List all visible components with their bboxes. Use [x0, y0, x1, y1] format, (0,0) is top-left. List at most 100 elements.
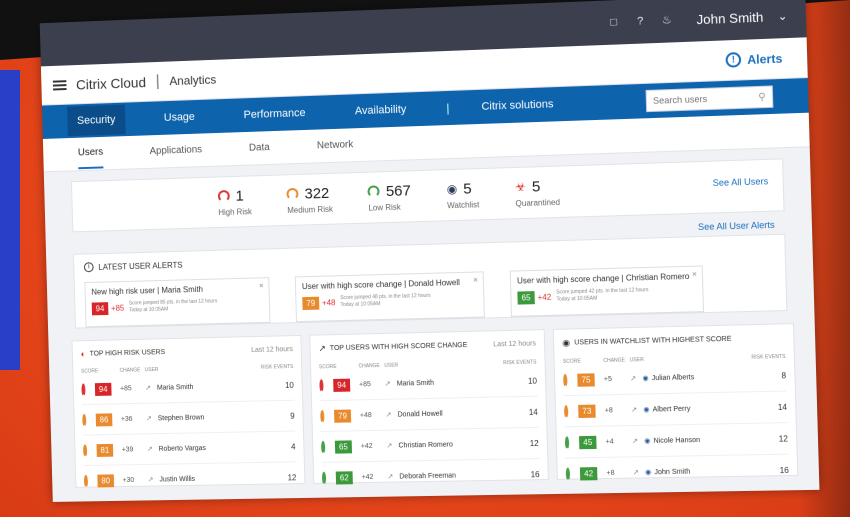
alert-card[interactable]: × User with high score change | Christia…: [509, 265, 705, 317]
table-row[interactable]: 65 +42 ↗ Christian Romero 12: [320, 427, 540, 463]
user-name: Maria Smith: [396, 379, 435, 388]
col-change: CHANGE: [119, 367, 141, 374]
table-row[interactable]: 80 +30 ↗ Justin Willis 12: [83, 462, 297, 497]
alert-card[interactable]: × User with high score change | Donald H…: [294, 271, 485, 323]
user-name: John Smith: [654, 468, 691, 477]
risk-gauge-icon: [563, 404, 569, 418]
subtab-users[interactable]: Users: [77, 137, 104, 170]
risk-gauge-icon: [321, 440, 326, 454]
user-name: Justin Willis: [159, 475, 196, 483]
user-name: Christian Romero: [398, 441, 453, 450]
trend-icon: ↗: [387, 473, 394, 481]
chat-icon[interactable]: □: [607, 15, 622, 30]
table-row[interactable]: 42 +8 ↗ ◉ John Smith 16: [565, 454, 790, 490]
stat-high-risk[interactable]: 1 High Risk: [217, 187, 253, 217]
see-all-users-link[interactable]: See All Users: [712, 176, 768, 188]
table-row[interactable]: 45 +4 ↗ ◉ Nicole Hanson 12: [564, 423, 789, 459]
background-blue-edge: [0, 70, 20, 370]
close-icon[interactable]: ×: [473, 276, 478, 285]
alert-title: New high risk user | Maria Smith: [91, 284, 204, 297]
trend-icon: ↗: [385, 411, 392, 419]
eye-icon: ◉: [562, 337, 571, 348]
user-name: Donald Howell: [397, 410, 443, 419]
score-change: +36: [120, 415, 133, 423]
close-icon[interactable]: ×: [692, 270, 697, 279]
col-score: SCORE: [318, 363, 337, 371]
alert-card[interactable]: × New high risk user | Maria Smith 94 +8…: [84, 277, 271, 328]
user-name: Albert Perry: [652, 405, 691, 414]
user-name: Nicole Hanson: [653, 436, 701, 445]
score-badge: 62: [335, 470, 353, 485]
brand-name[interactable]: Citrix Cloud: [76, 74, 146, 92]
user-name: Stephen Brown: [157, 413, 205, 422]
close-icon[interactable]: ×: [259, 281, 264, 290]
help-icon[interactable]: ?: [633, 14, 648, 29]
biohazard-icon: ☣: [514, 179, 527, 195]
table-row[interactable]: 94 +85 ↗ Maria Smith 10: [319, 365, 538, 402]
col-score: SCORE: [80, 368, 99, 375]
tab-security[interactable]: Security: [67, 104, 126, 137]
risk-events: 12: [778, 433, 789, 444]
trend-icon: ↗: [146, 415, 152, 423]
bell-icon[interactable]: ♨: [659, 13, 674, 28]
score-change: +42: [361, 473, 374, 481]
alerts-button[interactable]: ! Alerts: [725, 50, 783, 68]
alert-title: User with high score change | Christian …: [516, 271, 690, 286]
chevron-down-icon[interactable]: ⌄: [778, 9, 788, 23]
risk-gauge-icon: [565, 467, 571, 481]
top-high-risk-users-panel: ◐ TOP HIGH RISK USERS Last 12 hours SCORE C…: [71, 334, 306, 497]
watchlist-panel: ◉ USERS IN WATCHLIST WITH HIGHEST SCORE S…: [552, 323, 799, 490]
panel-subtitle: Last 12 hours: [493, 340, 537, 349]
user-panels: ◐ TOP HIGH RISK USERS Last 12 hours SCORE C…: [71, 323, 799, 497]
search-input[interactable]: [652, 92, 752, 106]
risk-events: 10: [284, 380, 294, 390]
section-title: Analytics: [169, 72, 217, 88]
search-icon[interactable]: ⚲: [758, 91, 766, 102]
risk-gauge-icon: [564, 435, 570, 449]
menu-icon[interactable]: [52, 78, 67, 92]
tab-citrix-solutions[interactable]: Citrix solutions: [471, 89, 564, 122]
score-change: +8: [604, 406, 613, 414]
low-risk-count: 567: [385, 181, 412, 200]
subtab-network[interactable]: Network: [317, 130, 354, 160]
table-row[interactable]: 81 +39 ↗ Roberto Vargas 4: [82, 431, 296, 467]
risk-gauge-icon: [82, 413, 87, 427]
risk-events: 16: [779, 465, 789, 475]
high-risk-label: High Risk: [218, 206, 253, 217]
stat-watchlist[interactable]: ◉ 5 Watchlist: [446, 180, 480, 210]
tab-usage[interactable]: Usage: [154, 102, 205, 133]
score-badge: 86: [95, 412, 113, 426]
table-row[interactable]: 73 +8 ↗ ◉ Albert Perry 14: [563, 391, 788, 428]
risk-gauge-icon: [81, 382, 86, 396]
score-change: +39: [121, 445, 134, 454]
tab-performance[interactable]: Performance: [233, 98, 315, 131]
risk-gauge-icon: [83, 474, 89, 488]
alerts-label: Alerts: [747, 50, 783, 67]
table-row[interactable]: 62 +42 ↗ Deborah Freeman 16: [321, 459, 541, 494]
table-row[interactable]: 94 +85 ↗ Maria Smith 10: [81, 369, 295, 406]
col-score: SCORE: [562, 358, 581, 365]
tab-availability[interactable]: Availability: [345, 94, 417, 126]
trend-icon: ↗: [147, 476, 154, 484]
stat-low-risk[interactable]: 567 Low Risk: [367, 181, 412, 212]
subtab-applications[interactable]: Applications: [149, 135, 202, 165]
table-row[interactable]: 86 +36 ↗ Stephen Brown 9: [81, 400, 296, 436]
panel-title: TOP HIGH RISK USERS: [89, 348, 166, 358]
high-risk-count: 1: [235, 187, 244, 205]
user-name[interactable]: John Smith: [696, 9, 763, 27]
trend-icon: ↗: [632, 469, 639, 477]
stat-medium-risk[interactable]: 322 Medium Risk: [286, 184, 333, 215]
panel-subtitle: Last 12 hours: [251, 345, 293, 354]
score-change: +85: [358, 380, 371, 388]
quarantined-label: Quarantined: [515, 197, 561, 208]
table-row[interactable]: 79 +48 ↗ Donald Howell 14: [319, 396, 539, 433]
score-change: +42: [360, 442, 373, 450]
score-badge: 94: [94, 382, 112, 396]
trend-icon: ↗: [631, 438, 639, 446]
trend-icon: ↗: [145, 384, 152, 392]
table-row[interactable]: 75 +5 ↗ ◉ Julian Alberts 8: [562, 359, 787, 397]
header-separator: |: [155, 72, 160, 90]
subtab-data[interactable]: Data: [249, 133, 271, 162]
stat-quarantined[interactable]: ☣ 5 Quarantined: [515, 177, 560, 208]
risk-events: 4: [291, 441, 296, 451]
